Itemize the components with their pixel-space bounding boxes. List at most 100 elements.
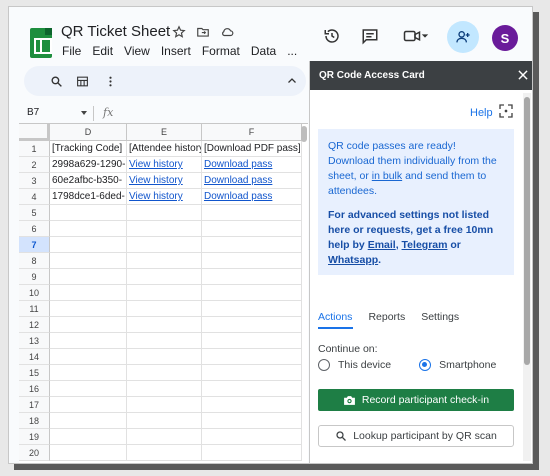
record-checkin-button[interactable]: Record participant check-in — [318, 389, 514, 411]
empty-cell[interactable] — [127, 285, 202, 301]
row-header[interactable]: 5 — [19, 205, 50, 221]
search-menus-button[interactable] — [48, 73, 64, 89]
row-header[interactable]: 8 — [19, 253, 50, 269]
tab-actions[interactable]: Actions — [318, 311, 352, 323]
empty-cell[interactable] — [127, 301, 202, 317]
row-header[interactable]: 16 — [19, 381, 50, 397]
empty-cell[interactable] — [127, 413, 202, 429]
empty-cell[interactable] — [202, 413, 302, 429]
sheets-logo-icon[interactable] — [30, 28, 52, 58]
empty-cell[interactable] — [50, 237, 127, 253]
empty-cell[interactable] — [127, 253, 202, 269]
empty-cell[interactable] — [202, 445, 302, 461]
empty-cell[interactable] — [50, 301, 127, 317]
select-all-corner[interactable] — [19, 124, 50, 141]
row-header[interactable]: 14 — [19, 349, 50, 365]
empty-cell[interactable] — [50, 349, 127, 365]
spreadsheet-grid[interactable]: D E F 1 2 3 4 5 6 7 8 9 10 11 12 13 14 15 16 17 18 19 20 [T… — [19, 123, 308, 463]
panel-scrollbar[interactable] — [524, 97, 530, 365]
empty-cell[interactable] — [127, 365, 202, 381]
menu-edit[interactable]: Edit — [92, 44, 113, 58]
empty-cell[interactable] — [127, 381, 202, 397]
row-header[interactable]: 20 — [19, 445, 50, 461]
avatar[interactable]: S — [492, 25, 518, 51]
telegram-link[interactable]: Telegram — [402, 239, 448, 251]
empty-cell[interactable] — [50, 253, 127, 269]
row-header[interactable]: 9 — [19, 269, 50, 285]
empty-cell[interactable] — [50, 413, 127, 429]
table-button[interactable] — [74, 73, 90, 89]
menu-data[interactable]: Data — [251, 44, 276, 58]
name-box[interactable]: B7 — [27, 107, 39, 118]
document-title[interactable]: QR Ticket Sheet — [61, 23, 170, 40]
empty-cell[interactable] — [50, 429, 127, 445]
empty-cell[interactable] — [127, 317, 202, 333]
cell-f1[interactable]: [Download PDF pass] — [202, 141, 302, 157]
empty-cell[interactable] — [50, 285, 127, 301]
empty-cell[interactable] — [202, 285, 302, 301]
lookup-participant-button[interactable]: Lookup participant by QR scan — [318, 425, 514, 447]
empty-cell[interactable] — [127, 237, 202, 253]
view-history-link[interactable]: View history — [127, 173, 202, 189]
row-header[interactable]: 10 — [19, 285, 50, 301]
row-header[interactable]: 3 — [19, 173, 50, 189]
meet-button[interactable] — [399, 25, 433, 47]
empty-cell[interactable] — [50, 317, 127, 333]
row-header[interactable]: 1 — [19, 141, 50, 157]
cell-d4[interactable]: 1798dce1-6ded- — [50, 189, 127, 205]
download-pass-link[interactable]: Download pass — [202, 189, 302, 205]
move-folder-icon[interactable] — [196, 25, 210, 39]
empty-cell[interactable] — [50, 221, 127, 237]
whatsapp-link[interactable]: Whatsapp — [328, 254, 378, 266]
history-button[interactable] — [321, 25, 343, 47]
name-box-dropdown-icon[interactable] — [81, 111, 87, 115]
star-icon[interactable] — [172, 25, 186, 39]
empty-cell[interactable] — [202, 381, 302, 397]
empty-cell[interactable] — [127, 269, 202, 285]
comments-button[interactable] — [359, 25, 381, 47]
menu-insert[interactable]: Insert — [161, 44, 191, 58]
cell-d1[interactable]: [Tracking Code] — [50, 141, 127, 157]
row-header[interactable]: 2 — [19, 157, 50, 173]
row-header[interactable]: 17 — [19, 397, 50, 413]
column-header-d[interactable]: D — [50, 124, 127, 141]
column-header-e[interactable]: E — [127, 124, 202, 141]
cell-d3[interactable]: 60e2afbc-b350- — [50, 173, 127, 189]
empty-cell[interactable] — [202, 205, 302, 221]
row-header[interactable]: 4 — [19, 189, 50, 205]
empty-cell[interactable] — [50, 365, 127, 381]
empty-cell[interactable] — [50, 397, 127, 413]
empty-cell[interactable] — [127, 445, 202, 461]
empty-cell[interactable] — [50, 333, 127, 349]
empty-cell[interactable] — [202, 429, 302, 445]
help-link[interactable]: Help — [470, 107, 493, 119]
empty-cell[interactable] — [127, 397, 202, 413]
bulk-download-link[interactable]: in bulk — [372, 170, 402, 182]
radio-this-device[interactable] — [318, 359, 330, 371]
collapse-toolbar-button[interactable] — [284, 73, 300, 89]
empty-cell[interactable] — [202, 253, 302, 269]
empty-cell[interactable] — [127, 221, 202, 237]
empty-cell[interactable] — [202, 333, 302, 349]
cell-e1[interactable]: [Attendee history — [127, 141, 202, 157]
row-header[interactable]: 15 — [19, 365, 50, 381]
tab-reports[interactable]: Reports — [368, 311, 405, 323]
empty-cell[interactable] — [127, 349, 202, 365]
row-header[interactable]: 18 — [19, 413, 50, 429]
empty-cell[interactable] — [202, 349, 302, 365]
view-history-link[interactable]: View history — [127, 189, 202, 205]
email-link[interactable]: Email — [368, 239, 396, 251]
empty-cell[interactable] — [202, 301, 302, 317]
empty-cell[interactable] — [202, 269, 302, 285]
download-pass-link[interactable]: Download pass — [202, 173, 302, 189]
menu-file[interactable]: File — [62, 44, 81, 58]
empty-cell[interactable] — [50, 381, 127, 397]
row-header[interactable]: 7 — [19, 237, 50, 253]
tab-settings[interactable]: Settings — [421, 311, 459, 323]
empty-cell[interactable] — [127, 205, 202, 221]
empty-cell[interactable] — [202, 397, 302, 413]
empty-cell[interactable] — [202, 237, 302, 253]
fullscreen-icon[interactable] — [498, 103, 514, 119]
more-options-button[interactable] — [102, 73, 118, 89]
radio-smartphone[interactable] — [419, 359, 432, 371]
